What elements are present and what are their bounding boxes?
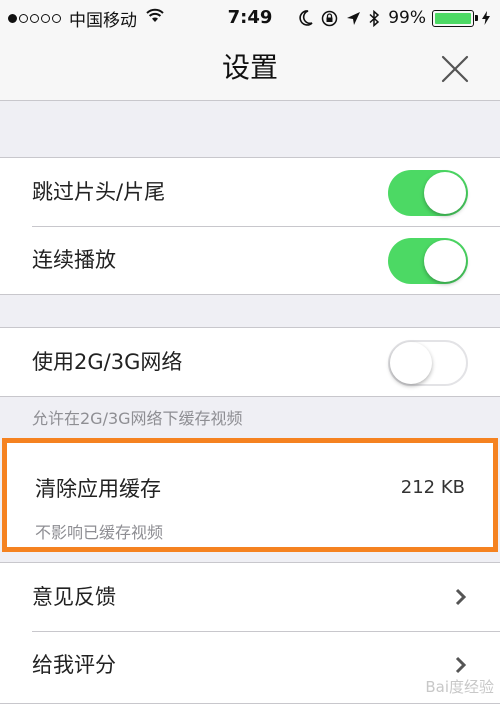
clear-cache-row[interactable]: 清除应用缓存 212 KB 不影响已缓存视频 xyxy=(2,438,498,552)
status-right: 99% xyxy=(291,0,490,36)
network-settings-group: 使用2G/3G网络 xyxy=(0,327,500,397)
toggle-knob xyxy=(424,172,466,214)
network-note: 允许在2G/3G网络下缓存视频 xyxy=(32,409,243,428)
setting-label: 连续播放 xyxy=(32,248,116,272)
setting-label: 使用2G/3G网络 xyxy=(32,350,183,374)
bluetooth-icon xyxy=(369,9,380,27)
skip-intro-toggle[interactable] xyxy=(388,170,468,216)
page-title: 设置 xyxy=(221,51,278,84)
rotation-lock-icon xyxy=(321,10,338,27)
close-icon xyxy=(441,55,469,83)
status-bar: 中国移动 7:49 99% xyxy=(0,0,500,36)
chevron-right-icon xyxy=(455,588,467,606)
setting-label: 给我评分 xyxy=(32,653,116,677)
setting-row-mobile-network: 使用2G/3G网络 xyxy=(0,328,500,396)
battery-icon xyxy=(432,9,478,27)
toggle-knob xyxy=(390,342,432,384)
clear-cache-label: 清除应用缓存 xyxy=(35,477,161,501)
close-button[interactable] xyxy=(438,52,472,86)
clear-cache-note: 不影响已缓存视频 xyxy=(35,523,164,542)
setting-row-skip-intro: 跳过片头/片尾 xyxy=(0,158,500,226)
charging-icon xyxy=(482,11,490,25)
setting-label: 跳过片头/片尾 xyxy=(32,180,166,204)
battery-percent: 99% xyxy=(388,8,426,28)
watermark: Bai度经验 xyxy=(425,678,494,696)
setting-row-feedback[interactable]: 意见反馈 xyxy=(0,563,500,631)
navigation-bar: 设置 xyxy=(0,36,500,101)
setting-row-autoplay: 连续播放 xyxy=(0,226,500,294)
autoplay-toggle[interactable] xyxy=(388,238,468,284)
toggle-knob xyxy=(424,240,466,282)
chevron-right-icon xyxy=(455,656,467,674)
mobile-network-toggle[interactable] xyxy=(388,340,468,386)
moon-icon xyxy=(299,10,313,26)
cache-size: 212 KB xyxy=(400,477,465,498)
playback-settings-group: 跳过片头/片尾 连续播放 xyxy=(0,157,500,295)
setting-label: 意见反馈 xyxy=(32,585,116,609)
location-icon xyxy=(346,11,361,26)
